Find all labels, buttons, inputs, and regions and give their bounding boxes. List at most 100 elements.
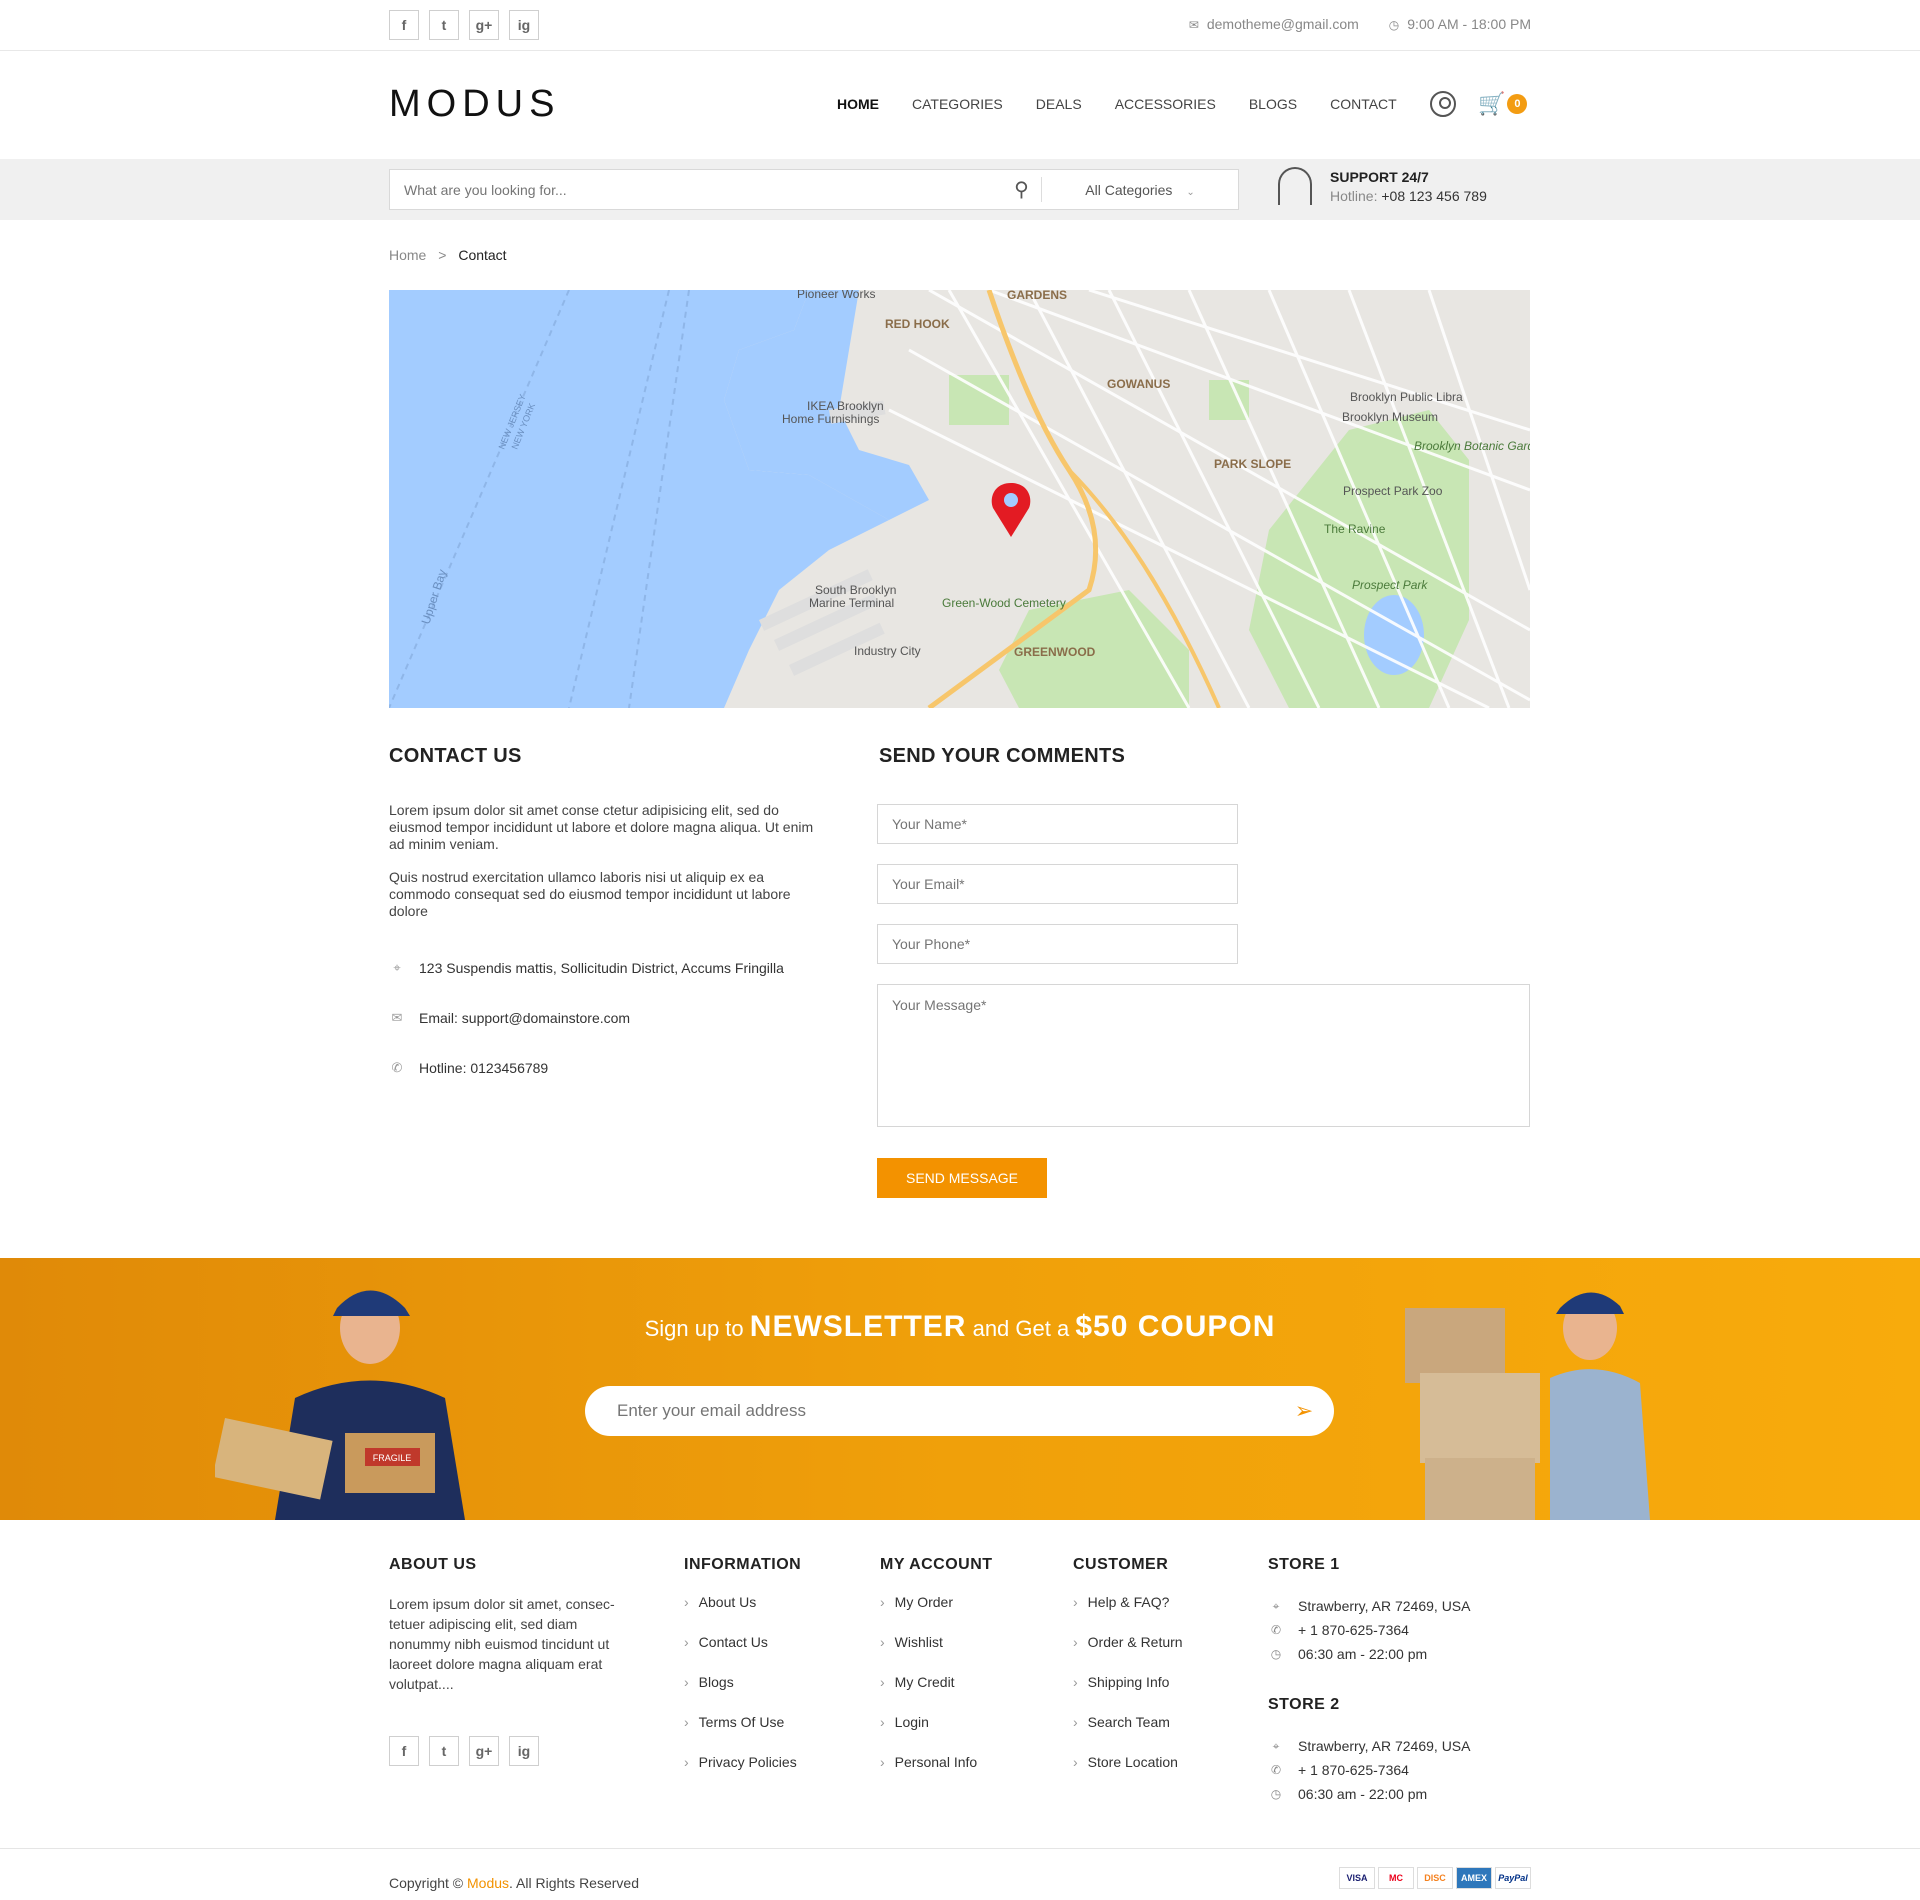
copyright-brand-link[interactable]: Modus [467,1875,509,1891]
instagram-icon[interactable]: ig [509,1736,539,1766]
contact-hotline: ✆ Hotline: 0123456789 [389,1060,549,1076]
footer-link-contact-us[interactable]: Contact Us [684,1634,801,1674]
cart-count-badge: 0 [1507,94,1528,114]
nav-accessories[interactable]: ACCESSORIES [1115,96,1216,112]
support-hotline: Hotline: +08 123 456 789 [1330,188,1487,204]
top-email-text: demotheme@gmail.com [1206,16,1359,32]
user-icon[interactable] [1430,91,1456,117]
footer-link-login[interactable]: Login [880,1714,993,1754]
store-2-phone: ✆ + 1 870-625-7364 [1268,1758,1470,1782]
footer-link-privacy[interactable]: Privacy Policies [684,1754,801,1794]
mail-icon: ✉ [391,1010,403,1025]
footer-link-my-order[interactable]: My Order [880,1594,993,1634]
phone-field[interactable] [878,925,1237,963]
phone-field-box [877,924,1238,964]
logo[interactable]: MODUS [389,83,560,126]
map-canvas: Pioneer Works GARDENS RED HOOK GOWANUS I… [389,290,1530,708]
footer-link-my-credit[interactable]: My Credit [880,1674,993,1714]
contact-email[interactable]: ✉ Email: support@domainstore.com [389,1010,631,1026]
footer-my-account: MY ACCOUNT My Order Wishlist My Credit L… [880,1556,993,1794]
map-label: Marine Terminal [809,596,894,610]
send-icon[interactable]: ➢ [1274,1398,1334,1424]
send-message-button[interactable]: SEND MESSAGE [877,1158,1047,1198]
footer-link-personal-info[interactable]: Personal Info [880,1754,993,1794]
newsletter-banner: FRAGILE Sign up to NEWSLETTER and Get a … [0,1258,1920,1520]
fragile-label: FRAGILE [373,1453,412,1463]
contact-paragraph-1: Lorem ipsum dolor sit amet conse ctetur … [389,802,814,852]
footer-link-search-team[interactable]: Search Team [1073,1714,1183,1754]
nav-deals[interactable]: DEALS [1036,96,1082,112]
breadcrumb-separator: > [438,247,447,263]
newsletter-email-input[interactable] [585,1401,1274,1421]
twitter-icon[interactable]: t [429,1736,459,1766]
nl-text-2: NEWSLETTER [749,1310,967,1343]
top-social-links: f t g+ ig [389,10,539,40]
map-label: Prospect Park Zoo [1343,484,1443,498]
nav-categories[interactable]: CATEGORIES [912,96,1003,112]
support-hotline-number: +08 123 456 789 [1381,187,1487,204]
footer-link-shipping-info[interactable]: Shipping Info [1073,1674,1183,1714]
map-label: Industry City [854,644,921,658]
top-contact-info: ✉ demotheme@gmail.com ◷ 9:00 AM - 18:00 PM [1189,16,1531,32]
google-plus-icon[interactable]: g+ [469,1736,499,1766]
bottom-bar: Copyright © Modus. All Rights Reserved V… [0,1848,1920,1900]
copyright-prefix: Copyright © [389,1875,464,1891]
newsletter-form: ➢ [585,1386,1334,1436]
store-1-hours: ◷ 06:30 am - 22:00 pm [1268,1642,1470,1666]
breadcrumb-current: Contact [458,247,507,263]
search-input[interactable] [390,170,1002,209]
map-label: Brooklyn Botanic Garden [1414,439,1530,453]
delivery-woman-image [1405,1292,1650,1520]
footer-link-wishlist[interactable]: Wishlist [880,1634,993,1674]
contact-paragraph-2: Quis nostrud exercitation ullamco labori… [389,869,791,919]
footer-link-terms[interactable]: Terms Of Use [684,1714,801,1754]
map-label: Green-Wood Cemetery [942,596,1066,610]
footer-link-help-faq[interactable]: Help & FAQ? [1073,1594,1183,1634]
nav-blogs[interactable]: BLOGS [1249,96,1297,112]
facebook-icon[interactable]: f [389,1736,419,1766]
support-hotline-label: Hotline: [1330,187,1378,204]
instagram-icon[interactable]: ig [509,10,539,40]
top-email[interactable]: ✉ demotheme@gmail.com [1189,16,1359,32]
location-map[interactable]: Pioneer Works GARDENS RED HOOK GOWANUS I… [389,290,1530,708]
footer-link-blogs[interactable]: Blogs [684,1674,801,1714]
map-label: The Ravine [1324,522,1386,536]
map-label: RED HOOK [885,317,950,331]
footer-link-order-return[interactable]: Order & Return [1073,1634,1183,1674]
support-block: SUPPORT 24/7 Hotline: +08 123 456 789 [1278,167,1487,205]
mastercard-icon: MC [1378,1867,1414,1889]
footer-about-title: ABOUT US [389,1556,477,1573]
nav-contact[interactable]: CONTACT [1330,96,1397,112]
facebook-icon[interactable]: f [389,10,419,40]
discover-icon: DISC [1417,1867,1453,1889]
message-field-box [877,984,1530,1127]
message-field[interactable] [878,985,1529,1126]
map-label: Brooklyn Museum [1342,410,1438,424]
name-field[interactable] [878,805,1237,843]
email-field[interactable] [878,865,1237,903]
map-label: Pioneer Works [797,290,875,301]
phone-icon: ✆ [1270,1623,1282,1637]
search-box: ⚲ All Categories ⌄ [389,169,1239,210]
footer-link-about-us[interactable]: About Us [684,1594,801,1634]
map-label: GREENWOOD [1014,645,1096,659]
footer-link-store-location[interactable]: Store Location [1073,1754,1183,1794]
google-plus-icon[interactable]: g+ [469,10,499,40]
store-2-hours: ◷ 06:30 am - 22:00 pm [1268,1782,1470,1806]
twitter-icon[interactable]: t [429,10,459,40]
cart-button[interactable]: 🛒 0 [1478,91,1528,117]
top-hours-text: 9:00 AM - 18:00 PM [1407,16,1531,32]
contact-email-text: Email: support@domainstore.com [419,1010,631,1026]
footer-social-links: f t g+ ig [389,1736,634,1766]
store-2-title: STORE 2 [1268,1696,1340,1713]
category-select[interactable]: All Categories ⌄ [1042,182,1238,198]
phone-icon: ✆ [391,1060,403,1075]
clock-icon: ◷ [1270,1647,1282,1661]
paypal-icon: PayPal [1495,1867,1531,1889]
breadcrumb-home[interactable]: Home [389,247,426,263]
store-1-hours-text: 06:30 am - 22:00 pm [1298,1646,1428,1662]
store-2-address-text: Strawberry, AR 72469, USA [1298,1738,1471,1754]
nav-home[interactable]: HOME [837,96,879,112]
search-icon[interactable]: ⚲ [1002,177,1042,202]
nl-text-1: Sign up to [644,1316,744,1341]
